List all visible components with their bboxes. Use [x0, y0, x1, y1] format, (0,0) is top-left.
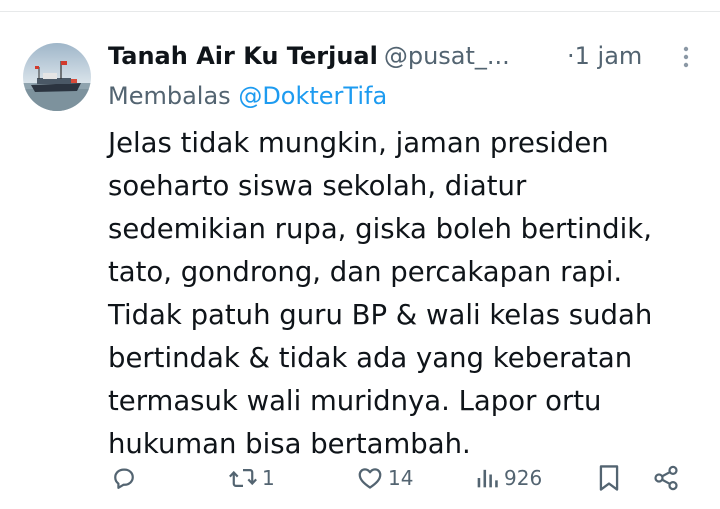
reply-mention-link[interactable]: @DokterTifa [238, 82, 387, 110]
timestamp[interactable]: ·1 jam [567, 38, 642, 74]
tweet-text-line: sedemikian rupa, giska boleh bertindik, [108, 213, 652, 245]
views-icon [477, 469, 498, 488]
author-handle[interactable]: @pusat_... [384, 42, 510, 70]
author-name[interactable]: Tanah Air Ku Terjual [108, 42, 378, 70]
tweet-text-line: Tidak patuh guru BP & wali kelas sudah [108, 299, 653, 331]
retweet-button[interactable]: 1 [228, 458, 275, 498]
tweet-text: Jelas tidak mungkin, jaman presiden soeh… [108, 122, 698, 466]
tweet-text-line: soeharto siswa sekolah, diatur [108, 170, 527, 202]
tweet-header: Tanah Air Ku Terjual @pusat_... ·1 jam [108, 38, 708, 74]
reply-icon [114, 468, 134, 489]
tweet-text-line: Jelas tidak mungkin, jaman presiden [108, 127, 609, 159]
bookmark-icon [599, 465, 619, 491]
reply-prefix: Membalas [108, 82, 231, 110]
tweet-text-line: bertindak & tidak ada yang keberatan [108, 342, 633, 374]
tweet-text-line: tato, gondrong, dan percakapan rapi. [108, 256, 623, 288]
share-button[interactable] [652, 458, 680, 498]
avatar[interactable] [23, 43, 91, 111]
views-button[interactable]: 926 [474, 458, 542, 498]
retweet-count: 1 [262, 466, 275, 490]
action-bar: 1 14 926 [0, 458, 720, 498]
tweet[interactable]: Tanah Air Ku Terjual @pusat_... ·1 jam Me… [0, 0, 720, 509]
reply-button[interactable] [110, 458, 142, 498]
bookmark-button[interactable] [596, 458, 622, 498]
like-count: 14 [388, 466, 414, 490]
views-count: 926 [504, 466, 543, 490]
retweet-icon [229, 469, 257, 487]
reply-context: Membalas @DokterTifa [108, 78, 387, 114]
tweet-text-line: termasuk wali muridnya. Lapor ortu [108, 385, 602, 417]
avatar-image [23, 43, 91, 111]
heart-icon [358, 468, 382, 489]
more-vertical-icon[interactable] [671, 42, 701, 72]
share-icon [654, 465, 678, 491]
like-button[interactable]: 14 [356, 458, 413, 498]
